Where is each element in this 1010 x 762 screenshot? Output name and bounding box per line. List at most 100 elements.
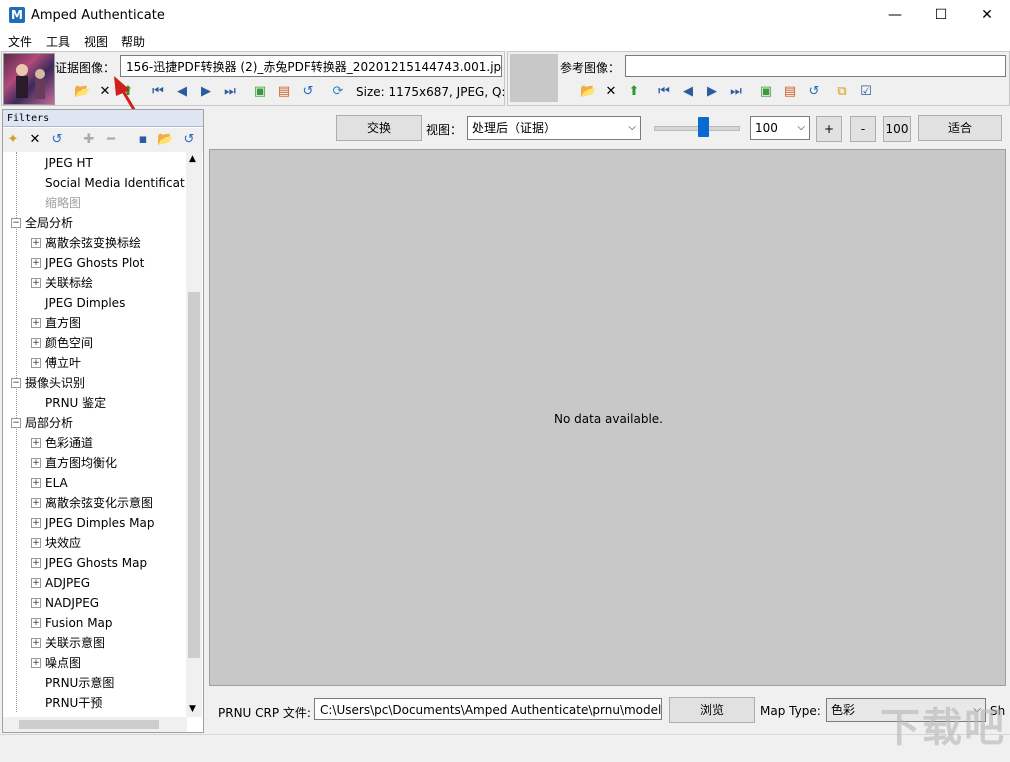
zoom-slider-thumb[interactable] <box>697 117 709 137</box>
tree-category[interactable]: − 全局分析 <box>3 213 187 233</box>
ref-load-image-icon[interactable]: ▣ <box>758 84 774 100</box>
collapse-icon[interactable]: − <box>11 378 21 388</box>
tree-vertical-scrollbar[interactable]: ▲ ▼ <box>186 152 202 717</box>
load-image-icon[interactable]: ▣ <box>252 84 268 100</box>
expand-icon[interactable]: + <box>31 618 41 628</box>
fit-button[interactable]: 适合 <box>918 115 1002 141</box>
reference-thumbnail[interactable] <box>510 54 558 102</box>
tree-item[interactable]: + ADJPEG <box>3 573 187 593</box>
view-select[interactable]: 处理后（证据） ⌵ <box>467 116 641 140</box>
tree-item[interactable]: + 离散余弦变换标绘 <box>3 233 187 253</box>
expand-icon[interactable]: + <box>31 238 41 248</box>
collapse-icon[interactable]: − <box>11 418 21 428</box>
expand-icon[interactable]: + <box>31 578 41 588</box>
ref-copy-icon[interactable]: ⧉ <box>834 84 850 100</box>
tree-item[interactable]: PRNU 鉴定 <box>3 393 187 413</box>
delete-filter-icon[interactable]: ✕ <box>27 132 43 148</box>
expand-icon[interactable]: + <box>31 658 41 668</box>
prnu-path-field[interactable]: C:\Users\pc\Documents\Amped Authenticate… <box>314 698 662 720</box>
zoom-out-button[interactable]: - <box>850 116 876 142</box>
tree-item[interactable]: + 直方图均衡化 <box>3 453 187 473</box>
menu-help[interactable]: 帮助 <box>121 33 145 50</box>
menu-view[interactable]: 视图 <box>84 33 108 50</box>
evidence-thumbnail[interactable] <box>3 53 55 105</box>
tree-item[interactable]: + 块效应 <box>3 533 187 553</box>
add-filter-icon[interactable]: ✚ <box>81 132 97 148</box>
tree-item[interactable]: + ELA <box>3 473 187 493</box>
zoom-in-button[interactable]: + <box>816 116 842 142</box>
expand-icon[interactable]: + <box>31 638 41 648</box>
expand-icon[interactable]: + <box>31 258 41 268</box>
ref-first-page-icon[interactable]: ⏮ <box>656 84 672 100</box>
swap-button[interactable]: 交换 <box>336 115 422 141</box>
refresh-filters-icon[interactable]: ↺ <box>181 132 197 148</box>
maximize-button[interactable]: ☐ <box>918 0 964 31</box>
tree-item[interactable]: Social Media Identificat <box>3 173 187 193</box>
tree-item[interactable]: + JPEG Ghosts Plot <box>3 253 187 273</box>
close-button[interactable]: ✕ <box>964 0 1010 31</box>
zoom-100-button[interactable]: 100 <box>883 116 911 142</box>
expand-icon[interactable]: + <box>31 558 41 568</box>
image-viewport[interactable]: No data available. <box>209 149 1006 686</box>
open-filters-icon[interactable]: 📂 <box>157 132 173 148</box>
expand-icon[interactable]: + <box>31 358 41 368</box>
ref-prev-page-icon[interactable]: ◀ <box>680 84 696 100</box>
tree-category[interactable]: − 局部分析 <box>3 413 187 433</box>
tree-item[interactable]: + 关联示意图 <box>3 633 187 653</box>
zoom-select[interactable]: 100 ⌵ <box>750 116 810 140</box>
expand-icon[interactable]: + <box>31 598 41 608</box>
tree-item[interactable]: + 关联标绘 <box>3 273 187 293</box>
tree-item[interactable]: + Fusion Map <box>3 613 187 633</box>
ref-next-page-icon[interactable]: ▶ <box>704 84 720 100</box>
save-icon[interactable]: ▪ <box>135 132 151 148</box>
menu-tools[interactable]: 工具 <box>46 33 70 50</box>
tree-scroll-thumb[interactable] <box>188 292 200 658</box>
expand-icon[interactable]: + <box>31 518 41 528</box>
tree-item[interactable]: JPEG Dimples <box>3 293 187 313</box>
expand-icon[interactable]: + <box>31 438 41 448</box>
new-filter-icon[interactable]: ✦ <box>5 132 21 148</box>
tree-item[interactable]: + 颜色空间 <box>3 333 187 353</box>
expand-icon[interactable]: + <box>31 458 41 468</box>
tree-item[interactable]: + NADJPEG <box>3 593 187 613</box>
tree-item[interactable]: 缩略图 <box>3 193 187 213</box>
reset-filter-icon[interactable]: ↺ <box>49 132 65 148</box>
tree-category[interactable]: − 摄像头识别 <box>3 373 187 393</box>
scroll-up-icon[interactable]: ▲ <box>189 154 196 164</box>
minimize-button[interactable]: — <box>872 0 918 31</box>
browse-button[interactable]: 浏览 <box>669 697 755 723</box>
expand-icon[interactable]: + <box>31 338 41 348</box>
tree-item[interactable]: + 色彩通道 <box>3 433 187 453</box>
tree-hscroll-thumb[interactable] <box>19 720 159 729</box>
expand-icon[interactable]: + <box>31 278 41 288</box>
refresh-icon[interactable]: ⟳ <box>330 84 346 100</box>
ref-unload-image-icon[interactable]: ▤ <box>782 84 798 100</box>
expand-icon[interactable]: + <box>31 318 41 328</box>
ref-remove-icon[interactable]: ✕ <box>603 84 619 100</box>
ref-checkbox-icon[interactable]: ☑ <box>858 84 874 100</box>
scroll-down-icon[interactable]: ▼ <box>189 704 196 714</box>
tree-item[interactable]: JPEG HT <box>3 153 187 173</box>
tree-item[interactable]: + JPEG Ghosts Map <box>3 553 187 573</box>
collapse-icon[interactable]: − <box>11 218 21 228</box>
expand-icon[interactable]: + <box>31 538 41 548</box>
tree-item[interactable]: + 傅立叶 <box>3 353 187 373</box>
tree-item[interactable]: + 直方图 <box>3 313 187 333</box>
expand-icon[interactable]: + <box>31 498 41 508</box>
expand-icon[interactable]: + <box>31 478 41 488</box>
menu-file[interactable]: 文件 <box>8 33 32 50</box>
reference-path-field[interactable] <box>625 55 1006 77</box>
ref-export-icon[interactable]: ⬆ <box>626 84 642 100</box>
tree-item[interactable]: + 噪点图 <box>3 653 187 673</box>
ref-open-folder-icon[interactable]: 📂 <box>580 84 596 100</box>
tree-horizontal-scrollbar[interactable] <box>3 717 187 732</box>
last-page-icon[interactable]: ⏭ <box>222 84 238 100</box>
tree-item[interactable]: + 离散余弦变化示意图 <box>3 493 187 513</box>
ref-rotate-icon[interactable]: ↺ <box>806 84 822 100</box>
unload-image-icon[interactable]: ▤ <box>276 84 292 100</box>
remove-filter-icon[interactable]: ━ <box>103 132 119 148</box>
tree-item[interactable]: + JPEG Dimples Map <box>3 513 187 533</box>
rotate-icon[interactable]: ↺ <box>300 84 316 100</box>
tree-item[interactable]: PRNU示意图 <box>3 673 187 693</box>
open-folder-icon[interactable]: 📂 <box>74 84 90 100</box>
